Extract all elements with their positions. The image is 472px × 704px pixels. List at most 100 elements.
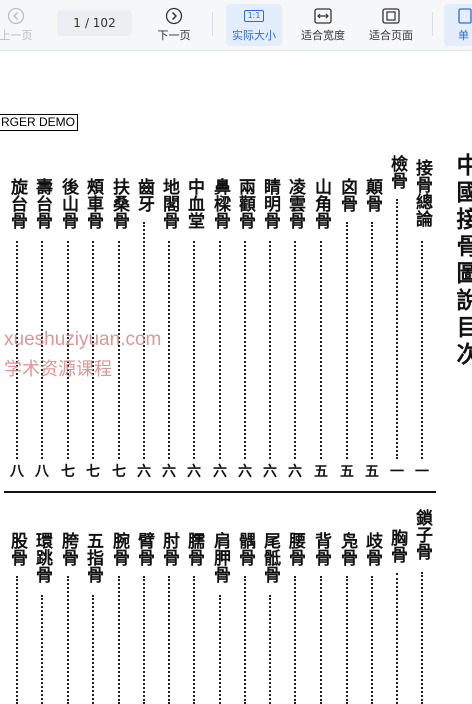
toc-page-number: 八 — [10, 464, 24, 480]
leader-dots — [421, 572, 423, 704]
fit-width-button[interactable]: 适合宽度 — [294, 4, 352, 46]
toc-page-number: 六 — [213, 464, 227, 480]
chevron-left-icon — [7, 7, 25, 25]
leader-dots — [294, 241, 296, 459]
toc-entry-title: 尾骶骨 — [260, 532, 280, 583]
leader-dots — [371, 222, 373, 459]
leader-dots — [67, 576, 69, 704]
leader-dots — [193, 241, 195, 459]
leader-dots — [294, 576, 296, 704]
leader-dots — [269, 595, 271, 704]
watermark-url: xueshuziyuan.com — [4, 329, 162, 350]
toc-entry-title: 凫骨 — [337, 532, 357, 566]
toc-entry-title: 環跳骨 — [32, 532, 52, 583]
watermark-text: 学术资源课程 — [4, 359, 112, 380]
toc-entry-title: 睛明骨 — [260, 178, 280, 229]
toc-entry-title: 囟骨 — [337, 178, 357, 212]
leader-dots — [193, 576, 195, 704]
demo-stamp: RGER DEMO — [0, 114, 79, 131]
leader-dots — [41, 595, 43, 704]
prev-page-label: 上一页 — [0, 29, 33, 42]
toc-page-number: 五 — [340, 464, 354, 480]
toc-entry-title: 齒牙 — [134, 178, 154, 212]
page-total: / 102 — [84, 16, 116, 30]
leader-dots — [320, 241, 322, 459]
single-page-button[interactable]: 单 — [444, 4, 472, 46]
toc-entry-title: 後山骨 — [58, 178, 78, 229]
toc-page-number: 五 — [314, 464, 328, 480]
toc-page-number: 六 — [162, 464, 176, 480]
toc-page-number: 一 — [390, 464, 404, 480]
toc-page-number: 七 — [61, 464, 75, 480]
fit-page-label: 适合页面 — [369, 29, 413, 42]
leader-dots — [92, 595, 94, 704]
toolbar-divider — [432, 12, 433, 36]
toc-entry-title: 胸骨 — [387, 529, 407, 563]
fit-width-label: 适合宽度 — [301, 29, 345, 42]
actual-size-label: 实际大小 — [232, 29, 276, 42]
toc-page-number: 五 — [365, 464, 379, 480]
section-divider — [4, 491, 436, 493]
fit-width-icon — [314, 7, 332, 25]
page-current[interactable]: 1 — [73, 16, 81, 30]
leader-dots — [346, 576, 348, 704]
page-number-box[interactable]: 1 / 102 — [57, 10, 132, 36]
toc-page-number: 六 — [238, 464, 252, 480]
toc-entry-title: 腰骨 — [285, 532, 305, 566]
toc-entry-title: 旋台骨 — [7, 178, 27, 229]
leader-dots — [244, 241, 246, 459]
toc-entry-title: 股骨 — [7, 532, 27, 566]
leader-dots — [168, 576, 170, 704]
leader-dots — [421, 241, 423, 459]
toc-page-number: 六 — [263, 464, 277, 480]
toc-page-number: 六 — [288, 464, 302, 480]
toc-entry-title: 檢骨 — [387, 155, 407, 189]
toc-entry-title: 肘骨 — [159, 532, 179, 566]
toc-entry-title: 鼻樑骨 — [210, 178, 230, 229]
prev-page-button[interactable]: 上一页 — [0, 4, 36, 46]
toc-page-number: 七 — [86, 464, 100, 480]
fit-page-button[interactable]: 适合页面 — [362, 4, 420, 46]
actual-size-button[interactable]: 1:1 实际大小 — [226, 4, 282, 46]
toc-entry-title: 鎖子骨 — [412, 509, 432, 560]
leader-dots — [118, 576, 120, 704]
leader-dots — [244, 576, 246, 704]
toc-page-number: 七 — [112, 464, 126, 480]
toc-entry-title: 腕骨 — [109, 532, 129, 566]
toc-entry-title: 扶桑骨 — [109, 178, 129, 229]
toc-page-number: 一 — [415, 464, 429, 480]
leader-dots — [16, 576, 18, 704]
leader-dots — [219, 595, 221, 704]
toc-entry-title: 背骨 — [311, 532, 331, 566]
toc-entry-title: 接骨總論 — [412, 159, 432, 227]
toc-entry-title: 髃骨 — [235, 532, 255, 566]
leader-dots — [346, 222, 348, 459]
toc-entry-title: 歧骨 — [362, 532, 382, 566]
viewer-toolbar: 上一页 1 / 102 下一页 1:1 实际大小 适合宽度 适合页面 单 — [0, 0, 472, 51]
single-page-label: 单 — [458, 29, 469, 42]
leader-dots — [269, 241, 271, 459]
leader-dots — [143, 576, 145, 704]
next-page-button[interactable]: 下一页 — [152, 4, 196, 46]
leader-dots — [219, 241, 221, 459]
toc-entry-title: 山角骨 — [311, 178, 331, 229]
toc-entry-title: 肩胛骨 — [210, 532, 230, 583]
leader-dots — [320, 576, 322, 704]
toc-page-number: 六 — [187, 464, 201, 480]
next-page-label: 下一页 — [157, 29, 191, 42]
toc-entry-title: 臑骨 — [184, 532, 204, 566]
leader-dots — [396, 573, 398, 704]
leader-dots — [371, 576, 373, 704]
toc-entry-title: 凌雲骨 — [285, 178, 305, 229]
toc-entry-title: 地閣骨 — [159, 178, 179, 229]
actual-size-icon: 1:1 — [243, 7, 265, 25]
fit-page-icon — [382, 7, 400, 25]
chevron-right-icon — [165, 7, 183, 25]
toc-entry-title: 兩顴骨 — [235, 178, 255, 229]
toc-entry-title: 胯骨 — [58, 532, 78, 566]
toc-entry-title: 頰車骨 — [83, 178, 103, 229]
toolbar-divider — [212, 12, 213, 36]
leader-dots — [168, 241, 170, 459]
toc-page-number: 八 — [35, 464, 49, 480]
toc-entry-title: 壽台骨 — [32, 178, 52, 229]
